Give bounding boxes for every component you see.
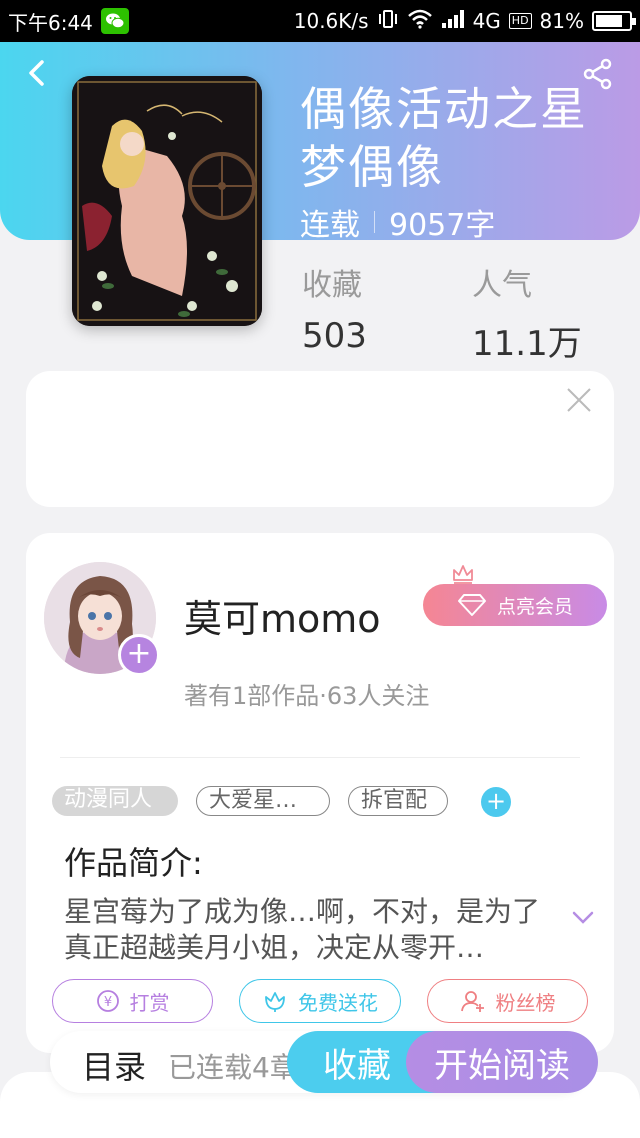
author-stats: 著有1部作品·63人关注 xyxy=(184,682,430,710)
wechat-icon xyxy=(100,8,129,34)
battery-percent: 81% xyxy=(539,9,584,33)
coin-icon: ¥ xyxy=(96,990,119,1012)
tip-button[interactable]: ¥ 打赏 xyxy=(52,979,213,1023)
battery-icon xyxy=(592,11,636,31)
tip-label: 打赏 xyxy=(129,990,170,1015)
vip-button[interactable]: 点亮会员 xyxy=(423,584,607,626)
favorites-value: 503 xyxy=(302,316,367,356)
fan-icon xyxy=(460,991,484,1012)
toc-label[interactable]: 目录 xyxy=(82,1042,146,1088)
vip-label: 点亮会员 xyxy=(496,595,573,618)
hd-badge: HD xyxy=(508,13,532,29)
status-bar: 下午6:44 10.6K/s 4G HD 81% xyxy=(0,0,640,42)
vibrate-icon xyxy=(377,9,399,34)
favorites-label: 收藏 xyxy=(302,268,362,303)
network-type: 4G xyxy=(472,9,501,33)
svg-text:¥: ¥ xyxy=(103,995,111,1010)
intro-text[interactable]: 星宫莓为了成为像…啊，不对，是为了真正超越美月小姐，决定从零开… xyxy=(64,894,544,966)
book-meta: 连载 9057字 xyxy=(300,200,495,244)
start-reading-button[interactable]: 开始阅读 xyxy=(406,1031,598,1093)
send-flower-button[interactable]: 免费送花 xyxy=(239,979,401,1023)
status-time: 下午6:44 xyxy=(8,10,93,35)
add-favorite-label: 收藏 xyxy=(323,1045,391,1086)
close-icon[interactable] xyxy=(566,387,592,413)
intro-title: 作品简介: xyxy=(64,844,203,882)
popularity-value: 11.1万 xyxy=(472,324,582,364)
send-flower-label: 免费送花 xyxy=(298,990,378,1015)
flower-icon xyxy=(265,992,285,1012)
book-cover[interactable] xyxy=(72,76,262,326)
network-speed: 10.6K/s xyxy=(293,9,369,33)
back-button[interactable] xyxy=(22,58,52,88)
tag-2[interactable]: 大爱星… xyxy=(196,786,330,816)
start-reading-label: 开始阅读 xyxy=(434,1045,570,1086)
meta-separator xyxy=(374,211,375,233)
popularity-label: 人气 xyxy=(472,268,532,303)
fan-ranking-label: 粉丝榜 xyxy=(495,990,556,1015)
author-name[interactable]: 莫可momo xyxy=(184,588,381,643)
back-arrow-icon xyxy=(29,60,44,86)
toc-progress: 已连载4章 xyxy=(168,1051,298,1084)
tag-3[interactable]: 拆官配 xyxy=(348,786,448,816)
signal-icon xyxy=(441,9,465,34)
tag-1[interactable]: 动漫同人 xyxy=(52,786,178,816)
follow-author-button[interactable]: + xyxy=(118,634,160,676)
add-tag-button[interactable]: + xyxy=(481,787,511,817)
wifi-icon xyxy=(407,9,433,34)
crown-icon xyxy=(453,565,473,584)
book-status: 连载 xyxy=(300,208,360,243)
book-word-count: 9057字 xyxy=(389,208,496,243)
book-title: 偶像活动之星梦偶像 xyxy=(300,82,588,194)
fan-ranking-button[interactable]: 粉丝榜 xyxy=(427,979,588,1023)
chevron-down-icon[interactable] xyxy=(572,910,594,926)
divider xyxy=(60,757,580,758)
ad-banner[interactable] xyxy=(26,371,614,507)
diamond-icon xyxy=(457,594,486,616)
